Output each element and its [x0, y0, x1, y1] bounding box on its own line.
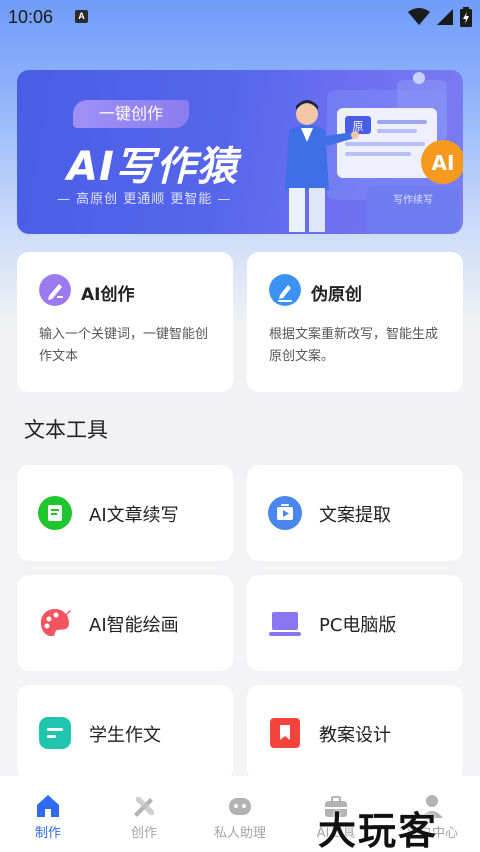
edit-icon [269, 274, 301, 306]
watermark: 大玩客 [318, 809, 439, 852]
nav-item-make[interactable]: 制作 [0, 776, 96, 852]
tool-label: 教案设计 [319, 725, 391, 746]
tool-label: 文案提取 [319, 505, 391, 526]
nav-label: 制作 [34, 826, 61, 841]
home-icon [37, 795, 59, 817]
feature-desc: 根据文案重新改写，智能生成原创文案。 [269, 327, 439, 364]
battery-icon [460, 7, 472, 27]
status-time: 10:06 [8, 7, 54, 27]
tool-label: PC电脑版 [319, 615, 397, 636]
laptop-icon [269, 612, 301, 636]
essay-icon [39, 717, 71, 749]
wifi-icon [408, 8, 430, 25]
video-extract-icon [268, 496, 302, 530]
tool-card-lesson-plan[interactable]: 教案设计 [247, 685, 463, 781]
art-doc-label: 原 [353, 120, 364, 133]
signal-icon [437, 9, 453, 25]
feature-title: AI创作 [81, 285, 135, 305]
feature-card-rewrite[interactable]: 伪原创 根据文案重新改写，智能生成原创文案。 [247, 252, 463, 392]
palette-icon [40, 609, 71, 637]
feature-desc: 输入一个关键词，一键智能创作文本 [39, 327, 209, 364]
tool-card-student-essay[interactable]: 学生作文 [17, 685, 233, 781]
section-title: 文本工具 [24, 418, 108, 442]
tool-card-pc-version[interactable]: PC电脑版 [247, 575, 463, 671]
art-card-text: 写作续写 [393, 193, 433, 206]
nav-label: 创作 [130, 826, 157, 841]
document-continue-icon [38, 496, 72, 530]
feature-title: 伪原创 [311, 285, 362, 305]
notification-icon: A [75, 10, 88, 23]
writer-illustration: 原 写作续写 AI [285, 72, 463, 234]
tool-card-article-continue[interactable]: AI文章续写 [17, 465, 233, 561]
status-bar: 10:06 A [0, 0, 480, 34]
tool-label: AI智能绘画 [89, 615, 179, 636]
banner-subtitle: — 高原创 更通顺 更智能 — [57, 192, 232, 207]
tool-label: 学生作文 [89, 725, 161, 746]
banner-title: AI写作猿 [67, 144, 238, 190]
art-badge: AI [432, 151, 455, 175]
robot-icon [229, 798, 251, 815]
tool-card-ai-painting[interactable]: AI智能绘画 [17, 575, 233, 671]
bookmark-icon [270, 718, 300, 748]
status-icons [408, 7, 472, 27]
banner-tag: 一键创作 [73, 100, 189, 128]
tools-icon [134, 797, 154, 817]
pen-icon [39, 274, 71, 306]
nav-label: 私人助理 [213, 826, 266, 841]
nav-item-create[interactable]: 创作 [96, 776, 192, 852]
promo-banner[interactable]: 一键创作 AI写作猿 — 高原创 更通顺 更智能 — 原 写作续写 AI [17, 70, 463, 234]
tool-card-text-extract[interactable]: 文案提取 [247, 465, 463, 561]
tool-label: AI文章续写 [89, 505, 179, 526]
feature-card-ai-create[interactable]: AI创作 输入一个关键词，一键智能创作文本 [17, 252, 233, 392]
nav-item-assistant[interactable]: 私人助理 [192, 776, 288, 852]
